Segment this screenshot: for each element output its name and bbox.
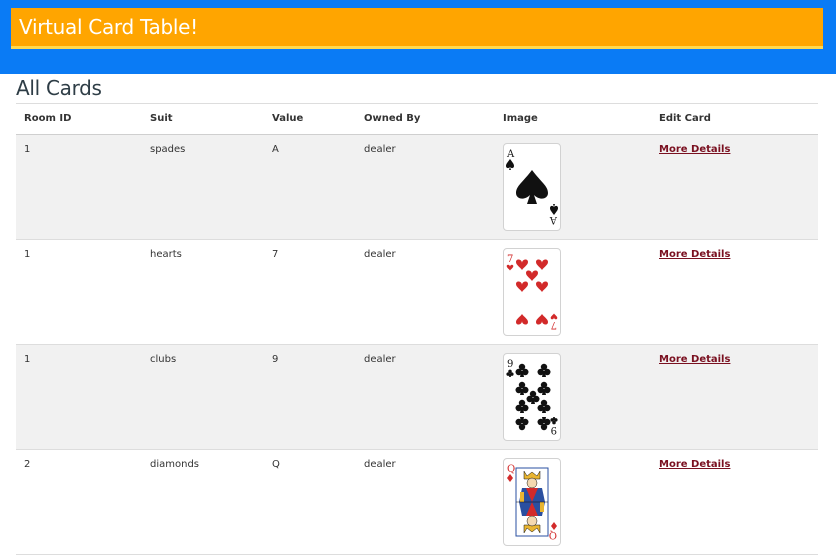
value-cell: A [272, 144, 279, 155]
more-details-link[interactable]: More Details [659, 459, 730, 470]
suit-cell: diamonds [150, 459, 200, 470]
top-bar: Virtual Card Table! [0, 0, 836, 74]
queen-of-diamonds-card-image: Q Q [503, 458, 561, 546]
suit-cell: hearts [150, 249, 182, 260]
column-header-room-id: Room ID [24, 113, 72, 124]
more-details-link[interactable]: More Details [659, 144, 730, 155]
page-title: All Cards [16, 76, 102, 100]
column-header-owned-by: Owned By [364, 113, 421, 124]
more-details-link[interactable]: More Details [659, 249, 730, 260]
table-row: 1 spades A dealer A A More Details [16, 135, 818, 240]
value-cell: Q [272, 459, 280, 470]
card-corner-value: 9 [507, 359, 513, 370]
ace-of-spades-card-image: A A [503, 143, 561, 231]
owned-by-cell: dealer [364, 459, 396, 470]
card-image-cell: A A [503, 143, 561, 231]
column-header-suit: Suit [150, 113, 173, 124]
room-id-cell: 1 [24, 144, 31, 155]
owned-by-cell: dealer [364, 249, 396, 260]
seven-of-hearts-card-image: 7 7 [503, 248, 561, 336]
card-corner-value: A [506, 149, 515, 160]
column-header-image: Image [503, 113, 538, 124]
card-corner-value: Q [507, 464, 515, 475]
table-row: 1 clubs 9 dealer 9 9 More Details [16, 345, 818, 450]
cards-table: Room ID Suit Value Owned By Image Edit C… [16, 103, 818, 555]
column-header-edit-card: Edit Card [659, 113, 711, 124]
value-cell: 9 [272, 354, 279, 365]
table-row: 2 diamonds Q dealer Q Q More Details [16, 450, 818, 555]
owned-by-cell: dealer [364, 354, 396, 365]
suit-cell: spades [150, 144, 186, 155]
table-row: 1 hearts 7 dealer 7 7 More Details [16, 240, 818, 345]
card-corner-value: 9 [551, 424, 557, 435]
table-header: Room ID Suit Value Owned By Image Edit C… [16, 103, 818, 135]
app-title: Virtual Card Table! [19, 15, 198, 39]
card-image-cell: Q Q [503, 458, 561, 546]
card-corner-value: Q [549, 529, 557, 540]
card-image-cell: 9 9 [503, 353, 561, 441]
card-corner-value: 7 [507, 254, 513, 265]
column-header-value: Value [272, 113, 304, 124]
room-id-cell: 2 [24, 459, 31, 470]
room-id-cell: 1 [24, 249, 31, 260]
room-id-cell: 1 [24, 354, 31, 365]
card-image-cell: 7 7 [503, 248, 561, 336]
card-corner-value: 7 [551, 319, 557, 330]
nine-of-clubs-card-image: 9 9 [503, 353, 561, 441]
value-cell: 7 [272, 249, 279, 260]
owned-by-cell: dealer [364, 144, 396, 155]
suit-cell: clubs [150, 354, 177, 365]
more-details-link[interactable]: More Details [659, 354, 730, 365]
header-banner: Virtual Card Table! [11, 8, 823, 49]
card-corner-value: A [549, 214, 558, 225]
